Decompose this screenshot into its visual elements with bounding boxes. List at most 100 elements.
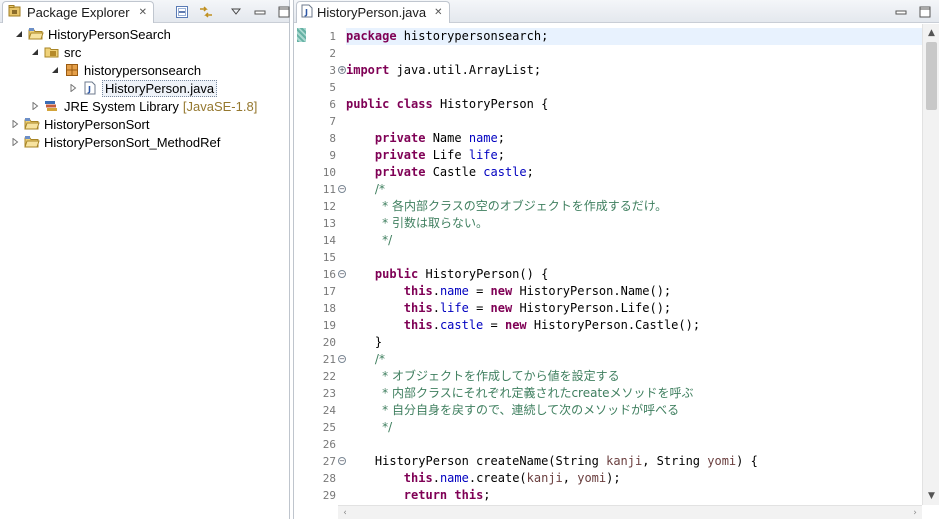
code-token: * 各内部クラスの空のオブジェクトを作成するだけ。 — [382, 199, 668, 213]
close-icon[interactable]: ✕ — [139, 7, 147, 18]
code-token: .create( — [468, 471, 527, 485]
code-line: this.life = new HistoryPerson.Life(); — [346, 300, 922, 317]
minimize-icon[interactable] — [893, 4, 909, 20]
tree-item-label: HistoryPersonSort_MethodRef — [44, 134, 221, 150]
scrollbar-thumb[interactable] — [926, 42, 937, 110]
chevron-down-icon[interactable] — [50, 65, 60, 75]
code-token: private — [374, 131, 426, 145]
java-editor: J HistoryPerson.java ✕ 1 2 3 5 6 7 8 9 10 11 12 13 1… — [293, 0, 939, 519]
code-line: * 内部クラスにそれぞれ定義されたcreateメソッドを呼ぶ — [346, 385, 922, 402]
horizontal-scrollbar[interactable]: ‹ › — [338, 505, 922, 519]
collapse-fold-icon[interactable]: − — [338, 457, 346, 465]
chevron-right-icon[interactable] — [30, 101, 40, 111]
line-number: 24 — [322, 404, 336, 417]
tree-item-jre-library[interactable]: JRE System Library [JavaSE-1.8] — [30, 97, 257, 115]
tree-item-historypersonsort[interactable]: HistoryPersonSort — [10, 115, 149, 133]
link-with-editor-icon[interactable] — [198, 4, 214, 20]
tree-item-historyperson-java[interactable]: J HistoryPerson.java — [68, 79, 218, 97]
tree-item-historypersonsort-methodref[interactable]: HistoryPersonSort_MethodRef — [10, 133, 220, 151]
tree-item-historypersonsearch[interactable]: HistoryPersonSearch — [14, 25, 171, 43]
project-folder-icon — [24, 116, 40, 132]
code-token: */ — [382, 233, 393, 247]
line-number: 23 — [322, 387, 336, 400]
code-line: HistoryPerson createName(String kanji, S… — [346, 453, 922, 470]
collapse-fold-icon[interactable]: − — [338, 270, 346, 278]
view-menu-icon[interactable] — [228, 4, 244, 20]
code-token: Name — [425, 131, 469, 145]
chevron-right-icon[interactable] — [10, 137, 20, 147]
code-line: */ — [346, 232, 922, 249]
tree-item-label: HistoryPerson.java — [102, 79, 218, 97]
chevron-right-icon[interactable] — [10, 119, 20, 129]
code-token: * 自分自身を戻すので、連続して次のメソッドが呼べる — [382, 403, 680, 417]
tree-item-decoration: [JavaSE-1.8] — [182, 98, 258, 114]
svg-text:J: J — [87, 85, 91, 94]
package-explorer-view: Package Explorer ✕ HistoryPersonSearch s… — [0, 0, 290, 519]
code-token: /* — [374, 182, 385, 196]
tree-item-label: src — [64, 44, 82, 60]
maximize-icon[interactable] — [917, 4, 933, 20]
package-explorer-tabbar: Package Explorer ✕ — [0, 0, 292, 23]
scroll-up-icon[interactable]: ▲ — [923, 26, 939, 40]
chevron-right-icon[interactable] — [68, 83, 78, 93]
annotation-ruler[interactable] — [294, 24, 308, 519]
code-token: class — [396, 97, 433, 111]
code-token: . — [432, 471, 440, 485]
chevron-down-icon[interactable] — [30, 47, 40, 57]
tree-item-label: HistoryPersonSort — [44, 116, 150, 132]
line-number: 19 — [322, 319, 336, 332]
scroll-right-icon[interactable]: › — [908, 506, 922, 519]
line-number: 18 — [322, 302, 336, 315]
line-number: 6 — [329, 98, 336, 111]
line-number: 16 — [322, 268, 336, 281]
code-area[interactable]: package historypersonsearch; import java.… — [346, 24, 922, 505]
tree-item-package[interactable]: historypersonsearch — [50, 61, 201, 79]
vertical-scrollbar[interactable]: ▲ ▼ — [922, 24, 939, 505]
collapse-all-icon[interactable] — [174, 4, 190, 20]
scroll-left-icon[interactable]: ‹ — [338, 506, 352, 519]
line-number: 27 — [322, 455, 336, 468]
code-line: } — [346, 334, 922, 351]
expand-fold-icon[interactable]: + — [338, 66, 346, 74]
code-token: kanji — [526, 471, 563, 485]
scroll-down-icon[interactable]: ▼ — [923, 489, 939, 503]
code-token: this — [403, 301, 433, 315]
close-icon[interactable]: ✕ — [434, 7, 442, 18]
package-explorer-tab[interactable]: Package Explorer ✕ — [2, 1, 155, 23]
code-line: * 自分自身を戻すので、連続して次のメソッドが呼べる — [346, 402, 922, 419]
chevron-down-icon[interactable] — [14, 29, 24, 39]
line-number: 21 — [322, 353, 336, 366]
code-token: */ — [382, 420, 393, 434]
code-token: , String — [642, 454, 708, 468]
maximize-icon[interactable] — [276, 4, 292, 20]
line-number: 1 — [329, 30, 336, 43]
tree-item-src[interactable]: src — [30, 43, 81, 61]
collapse-fold-icon[interactable]: − — [338, 355, 346, 363]
line-number: 12 — [322, 200, 336, 213]
collapse-fold-icon[interactable]: − — [338, 185, 346, 193]
code-token: * 内部クラスにそれぞれ定義されたcreateメソッドを呼ぶ — [382, 386, 694, 400]
code-token: = — [468, 301, 491, 315]
line-number: 9 — [329, 149, 336, 162]
code-token: Castle — [425, 165, 484, 179]
editor-tab-historyperson-java[interactable]: J HistoryPerson.java ✕ — [296, 1, 450, 23]
minimize-icon[interactable] — [252, 4, 268, 20]
code-token: HistoryPerson.Castle(); — [526, 318, 701, 332]
package-explorer-tab-label: Package Explorer — [27, 5, 130, 20]
package-explorer-icon — [8, 4, 22, 21]
package-icon — [64, 62, 80, 78]
source-folder-icon — [44, 44, 60, 60]
code-token: ; — [497, 148, 505, 162]
code-line: return this; — [346, 487, 922, 504]
